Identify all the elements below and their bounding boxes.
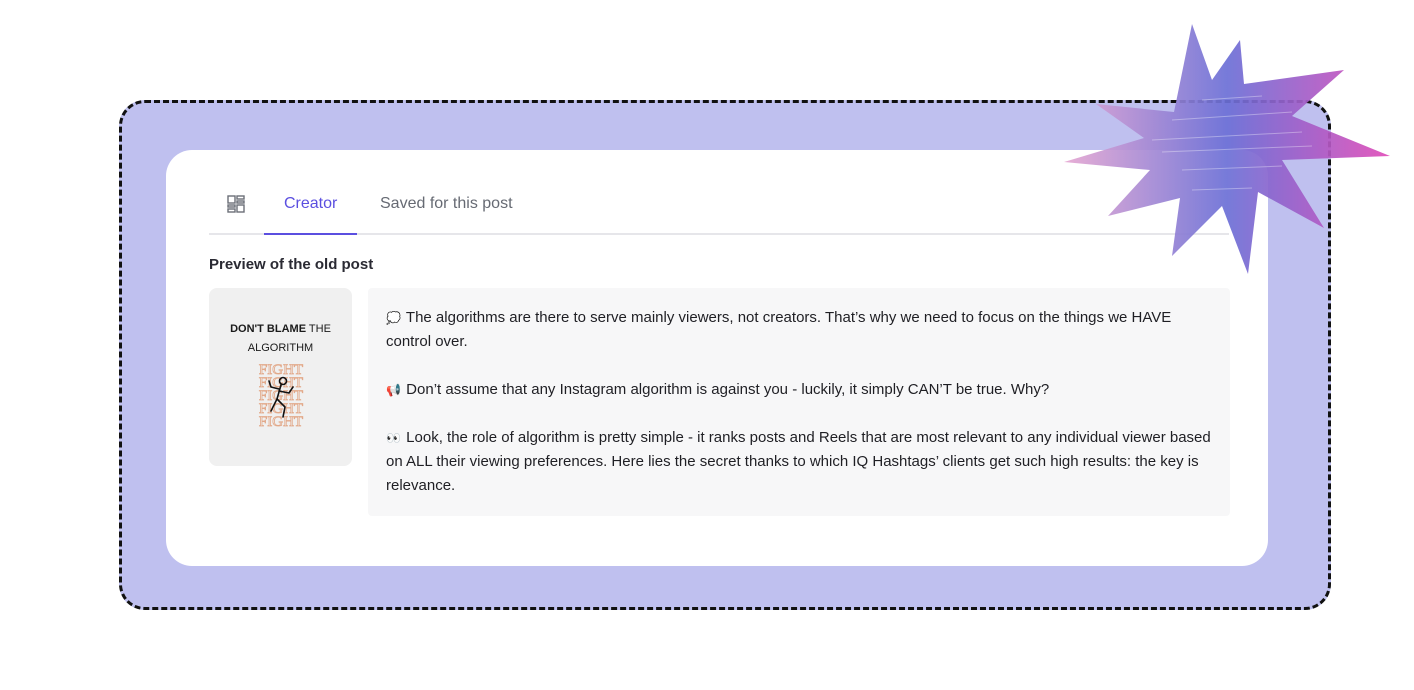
megaphone-icon: 📢 xyxy=(386,383,401,397)
section-title: Preview of the old post xyxy=(209,256,374,273)
caption-paragraph: 👀 Look, the role of algorithm is pretty … xyxy=(386,426,1212,498)
svg-text:FIGHT: FIGHT xyxy=(259,414,303,427)
post-thumbnail[interactable]: DON'T BLAME THE ALGORITHM FIGHT FIGHT FI… xyxy=(209,288,352,466)
eyes-icon: 👀 xyxy=(386,431,401,445)
post-caption: 💭 The algorithms are there to serve main… xyxy=(368,288,1230,516)
starburst-decoration-icon xyxy=(1064,24,1390,274)
thought-bubble-icon: 💭 xyxy=(386,311,401,325)
tab-saved-for-this-post[interactable]: Saved for this post xyxy=(380,180,513,233)
tab-creator[interactable]: Creator xyxy=(263,180,358,235)
caption-paragraph: 📢 Don’t assume that any Instagram algori… xyxy=(386,378,1212,402)
fight-figure-icon: FIGHT FIGHT FIGHT FIGHT FIGHT xyxy=(259,362,304,427)
caption-paragraph: 💭 The algorithms are there to serve main… xyxy=(386,306,1212,354)
thumbnail-headline: DON'T BLAME THE xyxy=(230,323,331,335)
grid-icon[interactable] xyxy=(227,195,245,213)
thumbnail-subheadline: ALGORITHM xyxy=(247,342,314,354)
